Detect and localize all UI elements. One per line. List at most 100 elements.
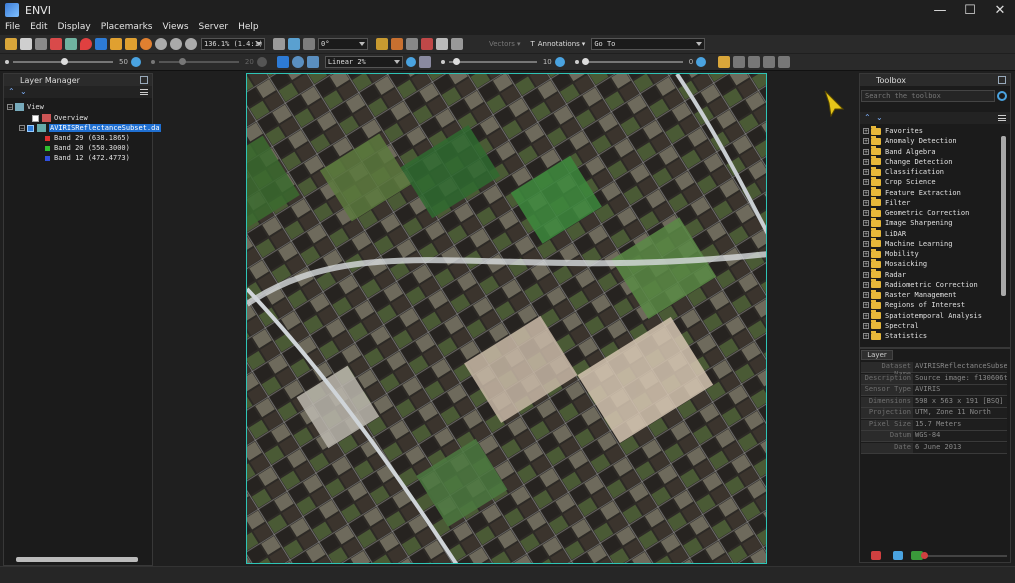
contrast-knob[interactable] (178, 58, 186, 65)
expand-icon[interactable]: + (863, 292, 869, 299)
toolbox-item[interactable]: + Regions of Interest (863, 299, 965, 310)
sharpen-knob[interactable] (452, 58, 460, 65)
minimize-button[interactable]: — (925, 0, 955, 20)
export-icon[interactable] (50, 38, 62, 50)
cursor-value-icon[interactable] (436, 38, 448, 50)
tree-view-node[interactable]: − View (7, 102, 44, 112)
toolbox-item[interactable]: + Statistics (863, 330, 927, 341)
horizontal-scrollbar[interactable] (16, 557, 138, 562)
expand-icon[interactable]: + (863, 220, 869, 227)
rotate-icon[interactable] (140, 38, 152, 50)
toolbox-item[interactable]: + Radiometric Correction (863, 279, 978, 290)
expand-icon[interactable]: + (863, 189, 869, 196)
globe-icon[interactable] (291, 56, 304, 68)
chart-menu-icon[interactable] (871, 551, 881, 560)
toolbox-item[interactable]: + Raster Management (863, 289, 957, 300)
toolbox-item[interactable]: + Mosaicking (863, 258, 927, 269)
view-single-icon[interactable] (733, 56, 746, 68)
panel-menu-icon[interactable] (140, 89, 148, 95)
rotate-reset-icon[interactable] (303, 38, 315, 50)
toolbox-search-input[interactable]: Search the toolbox (861, 90, 995, 102)
expand-icon[interactable]: + (863, 271, 869, 278)
view-flicker-icon[interactable] (763, 56, 776, 68)
reset-brightness-icon[interactable] (130, 57, 141, 67)
collapse-icon[interactable]: − (19, 125, 25, 132)
chart-icon[interactable] (376, 38, 388, 50)
toolbox-item[interactable]: + Change Detection (863, 156, 952, 167)
expand-icon[interactable]: + (863, 210, 869, 217)
annotations-button[interactable]: Annotations (538, 40, 580, 48)
zoom-out-icon[interactable] (185, 38, 197, 50)
menu-help[interactable]: Help (233, 22, 264, 32)
select-pointer-icon[interactable] (95, 38, 107, 50)
toolbox-item[interactable]: + Feature Extraction (863, 187, 961, 198)
tab-layer[interactable]: Layer (861, 350, 893, 360)
pixel-locator-icon[interactable] (451, 38, 463, 50)
expand-icon[interactable]: + (863, 128, 869, 135)
expand-icon[interactable]: + (863, 322, 869, 329)
print-icon[interactable] (35, 38, 47, 50)
panel-menu-icon[interactable] (998, 115, 1006, 121)
toolbox-item[interactable]: + Anomaly Detection (863, 135, 957, 146)
vectors-button[interactable]: Vectors (489, 40, 515, 48)
fly-icon[interactable] (125, 38, 137, 50)
menu-server[interactable]: Server (194, 22, 234, 32)
band-row[interactable]: Band 20 (550.3000) (45, 143, 130, 153)
toolbox-item[interactable]: + Filter (863, 197, 910, 208)
ruler-icon[interactable] (718, 56, 731, 68)
refresh-icon[interactable] (997, 91, 1007, 101)
menu-display[interactable]: Display (53, 22, 96, 32)
expand-all-icon[interactable]: ⌄ (876, 114, 883, 122)
stretch-combo[interactable]: Linear 2% (324, 56, 403, 68)
menu-edit[interactable]: Edit (25, 22, 52, 32)
crosshairs-icon[interactable] (421, 38, 433, 50)
reset-transparency-icon[interactable] (696, 57, 707, 67)
expand-icon[interactable]: + (863, 302, 869, 309)
view-swipe-icon[interactable] (778, 56, 791, 68)
toolbox-item[interactable]: + Classification (863, 166, 944, 177)
collapse-all-icon[interactable]: ⌃ (864, 114, 871, 122)
toolbox-item[interactable]: + Mobility (863, 248, 919, 259)
zoom-in-icon[interactable] (170, 38, 182, 50)
band-row[interactable]: Band 29 (638.1865) (45, 133, 130, 143)
view-blend-icon[interactable] (748, 56, 761, 68)
layer-checkbox[interactable] (27, 124, 34, 132)
reset-sharpen-icon[interactable] (554, 57, 565, 67)
stretch-icon[interactable] (306, 56, 319, 68)
overview-checkbox[interactable] (32, 114, 39, 122)
brightness-knob[interactable] (61, 58, 68, 65)
reset-stretch-icon[interactable] (405, 57, 416, 67)
swap-icon[interactable] (893, 551, 903, 560)
pin-icon[interactable] (998, 76, 1006, 84)
sharpen-slider[interactable] (448, 58, 537, 65)
expand-icon[interactable]: + (863, 179, 869, 186)
maximize-button[interactable]: ☐ (955, 0, 985, 20)
measure-icon[interactable] (406, 38, 418, 50)
expand-icon[interactable]: + (863, 158, 869, 165)
rotation-combo[interactable]: 0° (318, 38, 368, 50)
expand-icon[interactable]: + (863, 169, 869, 176)
pin-icon[interactable] (140, 76, 148, 84)
collapse-all-icon[interactable]: ⌃ (8, 88, 15, 96)
pan-hand-icon[interactable] (110, 38, 122, 50)
toolbox-item[interactable]: + Spectral (863, 320, 919, 331)
goto-combo[interactable]: Go To (591, 38, 706, 50)
crosshair-icon[interactable] (273, 38, 285, 50)
data-manager-icon[interactable] (20, 38, 32, 50)
histogram-icon[interactable] (418, 56, 431, 68)
brightness-slider[interactable] (13, 58, 113, 65)
toolbox-item[interactable]: + LiDAR (863, 228, 906, 239)
placemark-icon[interactable] (80, 38, 92, 50)
expand-icon[interactable]: + (863, 199, 869, 206)
toolbox-item[interactable]: + Machine Learning (863, 238, 952, 249)
contrast-slider[interactable] (158, 58, 239, 65)
transparency-knob[interactable] (581, 58, 589, 65)
toolbox-item[interactable]: + Image Sharpening (863, 217, 952, 228)
transparency-slider[interactable] (581, 58, 683, 65)
vertical-scrollbar[interactable] (1001, 136, 1006, 296)
expand-all-icon[interactable]: ⌄ (20, 88, 27, 96)
toolbox-item[interactable]: + Spatiotemporal Analysis (863, 310, 982, 321)
menu-views[interactable]: Views (158, 22, 194, 32)
image-view[interactable] (246, 73, 767, 564)
expand-icon[interactable]: + (863, 148, 869, 155)
